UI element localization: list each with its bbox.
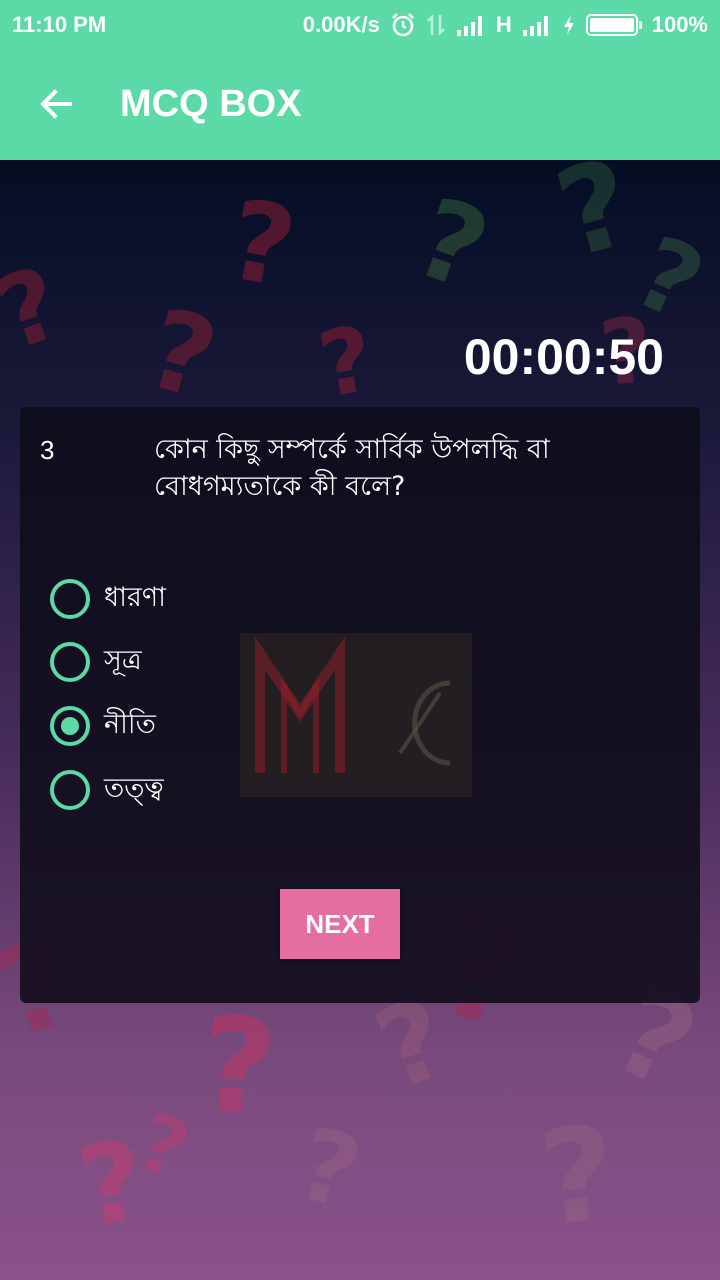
option-4[interactable]: তত্ত্ব <box>50 768 164 812</box>
question-mark-icon: ? <box>400 172 504 316</box>
question-mark-icon: ? <box>193 987 282 1145</box>
data-transfer-icon <box>426 13 445 37</box>
question-mark-icon: ? <box>219 175 305 313</box>
app-bar: MCQ BOX <box>0 50 720 160</box>
alarm-icon <box>391 13 414 37</box>
next-button[interactable]: NEXT <box>280 889 400 959</box>
network-type: H <box>495 12 512 37</box>
option-2[interactable]: সূত্র <box>50 640 142 684</box>
question-card: 3 কোন কিছু সম্পর্কে সার্বিক উপলদ্ধি বা ব… <box>20 407 700 1003</box>
question-mark-icon: ? <box>533 1097 622 1255</box>
question-mark-icon: ? <box>285 1104 373 1233</box>
option-1[interactable]: ধারণা <box>50 577 166 621</box>
charging-icon <box>563 15 574 35</box>
option-label: সূত্র <box>104 644 142 676</box>
network-speed: 0.00K/s <box>302 12 380 37</box>
question-mark-icon: ? <box>0 243 77 374</box>
question-text: কোন কিছু সম্পর্কে সার্বিক উপলদ্ধি বা বোধ… <box>154 434 550 502</box>
option-label: তত্ত্ব <box>104 772 164 804</box>
question-mark-icon: ? <box>311 306 381 419</box>
page-title: MCQ BOX <box>120 83 302 125</box>
arrow-left-icon[interactable] <box>36 84 76 124</box>
mcq-box-logo-watermark <box>240 633 472 797</box>
question-mark-icon: ? <box>543 160 647 286</box>
question-mark-icon: ? <box>134 283 230 425</box>
radio-button[interactable] <box>50 579 90 619</box>
option-label: নীতি <box>104 708 156 740</box>
signal-icon <box>456 16 482 36</box>
countdown-timer: 00:00:50 <box>463 329 664 385</box>
radio-button[interactable] <box>50 770 90 810</box>
option-3[interactable]: নীতি <box>50 704 156 748</box>
question-number: 3 <box>40 435 55 465</box>
status-right: 0.00K/s H 100% <box>303 12 708 38</box>
battery-icon <box>585 14 642 36</box>
status-time: 11:10 PM <box>12 12 107 37</box>
radio-button-checked[interactable] <box>50 706 90 746</box>
radio-button[interactable] <box>50 642 90 682</box>
signal-icon-2 <box>522 16 548 36</box>
option-label: ধারণা <box>104 581 166 613</box>
status-bar: 11:10 PM 0.00K/s H 100% <box>0 0 720 50</box>
battery-percent: 100% <box>651 12 708 37</box>
